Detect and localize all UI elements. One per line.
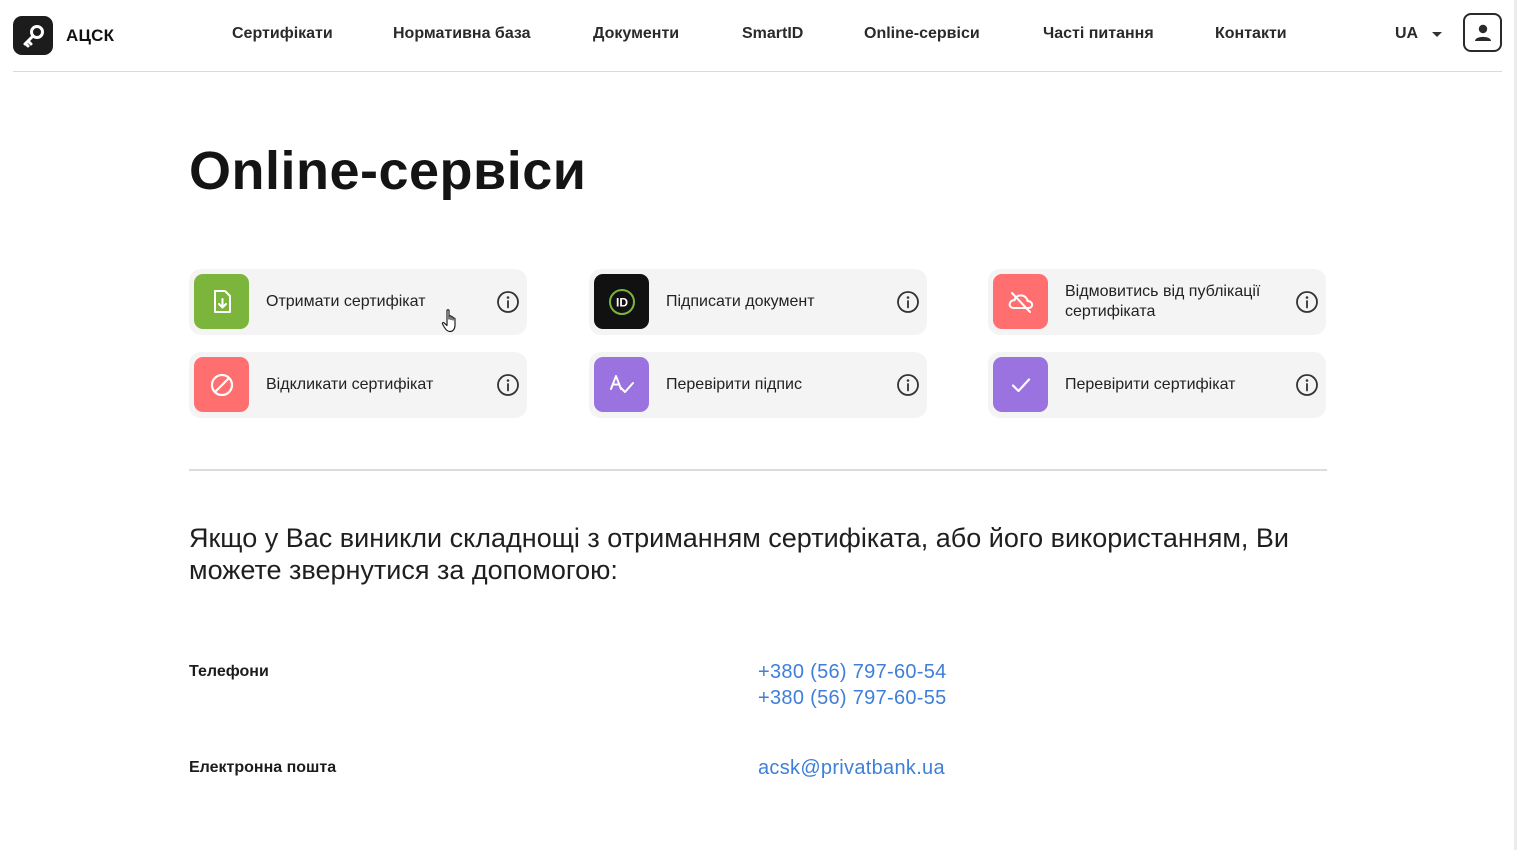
caret-down-icon — [1432, 31, 1443, 37]
service-label: Перевірити сертифікат — [1065, 376, 1236, 393]
service-card-get-certificate[interactable]: Отримати сертифікат — [189, 269, 527, 335]
nav-faq[interactable]: Часті питання — [1043, 25, 1154, 43]
info-icon[interactable] — [496, 290, 520, 314]
key-icon — [13, 16, 53, 55]
signature-check-icon — [594, 357, 649, 412]
email-label: Електронна пошта — [189, 759, 337, 776]
section-divider — [189, 469, 1327, 471]
check-icon — [993, 357, 1048, 412]
help-text: Якщо у Вас виникли складнощі з отримання… — [189, 523, 1289, 585]
profile-button[interactable] — [1463, 13, 1502, 52]
document-download-icon — [194, 274, 249, 329]
email-link[interactable]: acsk@privatbank.ua — [758, 757, 945, 780]
language-label: UA — [1395, 25, 1419, 42]
info-icon[interactable] — [896, 290, 920, 314]
nav-regulations[interactable]: Нормативна база — [393, 25, 531, 43]
info-icon[interactable] — [896, 373, 920, 397]
nav-documents[interactable]: Документи — [593, 25, 679, 43]
site-header: АЦСК Сертифікати Нормативна база Докумен… — [13, 0, 1502, 72]
cloud-off-icon — [993, 274, 1048, 329]
page-title: Online-сервіси — [189, 141, 587, 201]
logo-text: АЦСК — [66, 25, 115, 45]
user-icon — [1474, 24, 1491, 41]
hand-cursor-icon — [441, 309, 456, 333]
info-icon[interactable] — [1295, 290, 1319, 314]
nav-contacts[interactable]: Контакти — [1215, 25, 1287, 43]
block-icon — [194, 357, 249, 412]
phone-link-2[interactable]: +380 (56) 797-60-55 — [758, 687, 947, 710]
service-label: Відкликати сертифікат — [266, 376, 434, 393]
service-card-revoke-certificate[interactable]: Відкликати сертифікат — [189, 352, 527, 418]
service-label: Підписати документ — [666, 293, 815, 310]
logo-link[interactable]: АЦСК — [13, 16, 114, 55]
language-selector[interactable]: UA — [1395, 25, 1443, 43]
service-card-sign-document[interactable]: ID Підписати документ — [589, 269, 927, 335]
info-icon[interactable] — [1295, 373, 1319, 397]
nav-online-services[interactable]: Online-сервіси — [864, 25, 980, 43]
service-label: Перевірити підпис — [666, 376, 802, 393]
nav-certificates[interactable]: Сертифікати — [232, 25, 333, 43]
svg-text:ID: ID — [616, 295, 628, 309]
phones-label: Телефони — [189, 663, 269, 680]
phone-link-1[interactable]: +380 (56) 797-60-54 — [758, 661, 947, 684]
nav-smartid[interactable]: SmartID — [742, 25, 803, 43]
service-label: Відмовитись від публікації сертифіката — [1065, 283, 1261, 320]
service-card-verify-certificate[interactable]: Перевірити сертифікат — [988, 352, 1326, 418]
service-card-refuse-publication[interactable]: Відмовитись від публікації сертифіката — [988, 269, 1326, 335]
service-card-verify-signature[interactable]: Перевірити підпис — [589, 352, 927, 418]
info-icon[interactable] — [496, 373, 520, 397]
id-icon: ID — [594, 274, 649, 329]
